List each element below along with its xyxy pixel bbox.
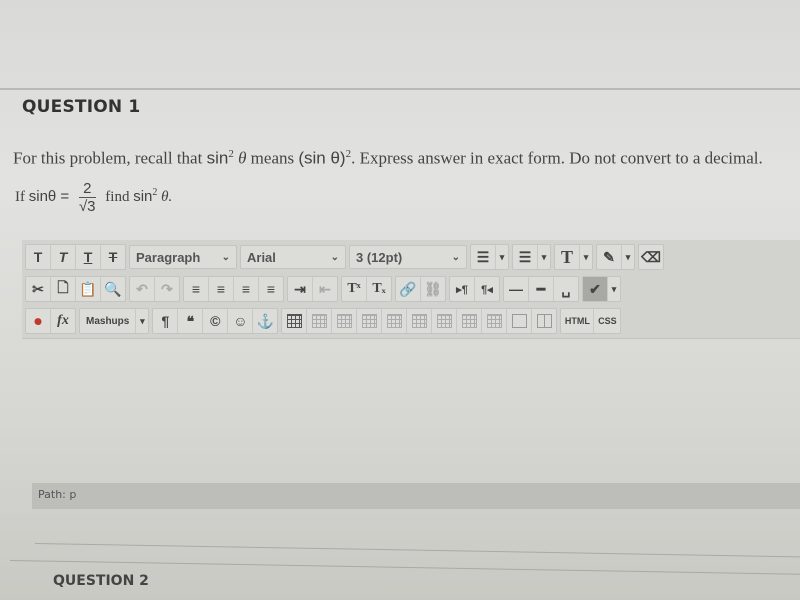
css-button[interactable]: CSS — [594, 309, 620, 333]
superscript-icon[interactable]: Tˣ — [342, 277, 367, 301]
numbered-list-button[interactable]: ☰ — [513, 245, 538, 269]
font-select[interactable]: Arial ⌄ — [240, 245, 346, 269]
thick-rule-icon[interactable]: ━ — [529, 277, 554, 301]
table-delete-row-icon[interactable] — [357, 309, 383, 333]
table-group — [281, 308, 558, 334]
chevron-down-icon: ⌄ — [330, 251, 339, 263]
ltr-icon[interactable]: ▸¶ — [450, 277, 475, 301]
text-style-group: T T T T — [25, 244, 126, 270]
nbsp-icon[interactable]: ␣ — [554, 277, 578, 301]
table-cell-props-icon[interactable] — [457, 309, 483, 333]
indent-icon[interactable]: ⇥ — [288, 277, 313, 301]
subscript-icon[interactable]: Tₓ — [367, 277, 391, 301]
underline-button[interactable]: T — [76, 245, 101, 269]
eraser-group: ⌫ — [638, 244, 664, 270]
mashups-group: Mashups ▾ — [79, 308, 150, 334]
undo-icon[interactable]: ↶ — [130, 277, 155, 301]
bullet-list-dropdown[interactable]: ▾ — [496, 245, 508, 269]
paste-icon[interactable]: 📋 — [76, 277, 101, 301]
copyright-icon[interactable]: © — [203, 309, 229, 333]
link-icon[interactable]: 🔗 — [396, 277, 421, 301]
table-delete-col-icon[interactable] — [432, 309, 458, 333]
chevron-down-icon: ⌄ — [221, 251, 230, 263]
question-1-title: QUESTION 1 — [22, 97, 141, 117]
horizontal-rule-icon[interactable]: — — [504, 277, 529, 301]
format-select[interactable]: Paragraph ⌄ — [129, 245, 237, 269]
spellcheck-group: ✔ ▾ — [582, 276, 621, 302]
unlink-icon[interactable]: ⛓ — [421, 277, 445, 301]
divider — [34, 543, 800, 558]
eraser-icon[interactable]: ⌫ — [639, 245, 663, 269]
find-icon[interactable]: 🔍 — [101, 277, 125, 301]
code-group: HTML CSS — [560, 308, 622, 334]
editor-toolbar: T T T T Paragraph ⌄ Arial ⌄ 3 (12pt) ⌄ ☰ ▾ … — [22, 240, 800, 339]
table-col-after-icon[interactable] — [407, 309, 433, 333]
question-2-title: QUESTION 2 — [53, 573, 149, 589]
numbered-list-group: ☰ ▾ — [512, 244, 551, 270]
emoji-icon[interactable]: ☺ — [228, 309, 254, 333]
question-1-text: For this problem, recall that sin2 θ mea… — [13, 148, 763, 168]
history-group: ↶ ↷ — [129, 276, 180, 302]
bold-button[interactable]: T — [26, 245, 51, 269]
toolbar-row-2: ✂ 🗋 📋 🔍 ↶ ↷ ≡ ≡ ≡ ≡ ⇥ ⇤ Tˣ Tₓ 🔗 ⛓ ▸¶ ¶◂ … — [25, 276, 621, 302]
spellcheck-dropdown[interactable]: ▾ — [608, 277, 620, 301]
highlight-dropdown[interactable]: ▾ — [622, 245, 634, 269]
split-cells-icon[interactable] — [532, 309, 556, 333]
math-icon[interactable]: fx — [51, 309, 75, 333]
rule-group: — ━ ␣ — [503, 276, 579, 302]
media-group: ⏺ fx — [25, 308, 76, 334]
quote-icon[interactable]: ❝ — [178, 309, 204, 333]
text-color-dropdown[interactable]: ▾ — [580, 245, 592, 269]
paragraph-mark-icon[interactable]: ¶ — [153, 309, 179, 333]
merge-cells-icon[interactable] — [507, 309, 533, 333]
justify-icon[interactable]: ≡ — [259, 277, 283, 301]
bullet-list-button[interactable]: ☰ — [471, 245, 496, 269]
spellcheck-icon[interactable]: ✔ — [583, 277, 608, 301]
direction-group: ▸¶ ¶◂ — [449, 276, 500, 302]
toolbar-row-1: T T T T Paragraph ⌄ Arial ⌄ 3 (12pt) ⌄ ☰ ▾ … — [25, 244, 664, 270]
script-group: Tˣ Tₓ — [341, 276, 392, 302]
question-1-equation: If sinθ = 2 √3 find sin2 θ. — [15, 180, 173, 215]
toolbar-row-3: ⏺ fx Mashups ▾ ¶ ❝ © ☺ ⚓ HTML CSS — [25, 308, 622, 334]
text-color-button[interactable]: T — [555, 245, 580, 269]
text-color-group: T ▾ — [554, 244, 593, 270]
cut-icon[interactable]: ✂ — [26, 277, 51, 301]
chevron-down-icon: ⌄ — [451, 251, 460, 263]
bullet-list-group: ☰ ▾ — [470, 244, 509, 270]
link-group: 🔗 ⛓ — [395, 276, 446, 302]
fraction: 2 √3 — [78, 180, 96, 215]
table-row-after-icon[interactable] — [332, 309, 358, 333]
html-button[interactable]: HTML — [561, 309, 595, 333]
alignment-group: ≡ ≡ ≡ ≡ — [183, 276, 284, 302]
font-size-select[interactable]: 3 (12pt) ⌄ — [349, 245, 467, 269]
record-icon[interactable]: ⏺ — [26, 309, 51, 333]
redo-icon[interactable]: ↷ — [155, 277, 179, 301]
insert-table-icon[interactable] — [282, 309, 308, 333]
align-left-icon[interactable]: ≡ — [184, 277, 209, 301]
mashups-dropdown[interactable]: ▾ — [136, 309, 148, 333]
table-col-before-icon[interactable] — [382, 309, 408, 333]
strikethrough-button[interactable]: T — [101, 245, 125, 269]
copy-icon[interactable]: 🗋 — [51, 277, 76, 301]
table-row-before-icon[interactable] — [307, 309, 333, 333]
anchor-icon[interactable]: ⚓ — [253, 309, 277, 333]
path-bar: Path: p — [32, 483, 800, 509]
italic-button[interactable]: T — [51, 245, 76, 269]
outdent-icon[interactable]: ⇤ — [313, 277, 337, 301]
highlight-group: ✎ ▾ — [596, 244, 635, 270]
insert-group: ¶ ❝ © ☺ ⚓ — [152, 308, 279, 334]
clipboard-group: ✂ 🗋 📋 🔍 — [25, 276, 126, 302]
numbered-list-dropdown[interactable]: ▾ — [538, 245, 550, 269]
indent-group: ⇥ ⇤ — [287, 276, 338, 302]
align-center-icon[interactable]: ≡ — [209, 277, 234, 301]
highlighter-icon[interactable]: ✎ — [597, 245, 622, 269]
editor-text-area[interactable] — [32, 340, 800, 480]
table-row-props-icon[interactable] — [482, 309, 508, 333]
align-right-icon[interactable]: ≡ — [234, 277, 259, 301]
rtl-icon[interactable]: ¶◂ — [475, 277, 499, 301]
mashups-button[interactable]: Mashups — [80, 309, 137, 333]
top-divider — [0, 88, 800, 90]
